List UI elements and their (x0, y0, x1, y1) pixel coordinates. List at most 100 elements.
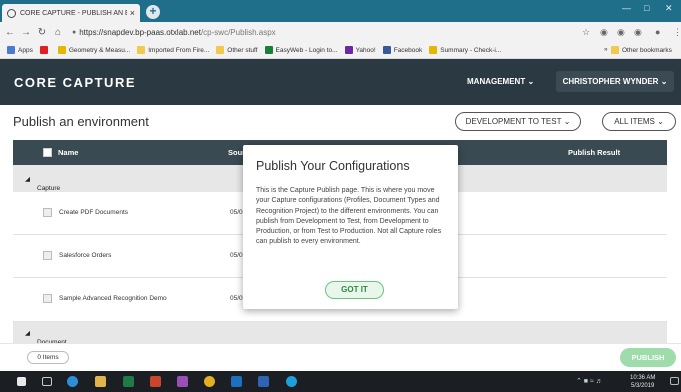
publish-button[interactable]: PUBLISH (620, 348, 676, 367)
file-explorer-icon[interactable] (95, 376, 106, 387)
close-window-icon[interactable]: ✕ (665, 3, 673, 14)
project-icon[interactable] (177, 376, 188, 387)
bookmark-favicon-icon (429, 46, 438, 54)
td-bank-icon (264, 46, 273, 54)
youtube-icon (39, 46, 48, 54)
row-checkbox[interactable] (43, 294, 52, 303)
extension-icon-3[interactable]: ◉ (634, 27, 642, 38)
reload-icon[interactable]: ↻ (36, 27, 48, 38)
group-document-types[interactable]: ◢ Document Types (6 ) (13, 322, 667, 353)
bookmark-label: Imported From Fire... (148, 46, 210, 54)
row-name: Sample Advanced Recognition Demo (59, 295, 167, 302)
windows-start-icon[interactable] (17, 377, 26, 386)
lock-icon: ● (72, 28, 77, 36)
bookmark-label: Other stuff (227, 46, 258, 54)
minimize-window-icon[interactable]: — (622, 3, 631, 13)
system-tray-icons[interactable]: ⌃ ■ ≈ ♬ (576, 377, 603, 385)
apps-grid-icon (7, 46, 15, 54)
powerpoint-icon[interactable] (150, 376, 161, 387)
notifications-icon[interactable] (670, 377, 679, 385)
browser-tab-bar: CORE CAPTURE - PUBLISH AN E... × + — □ ✕ (0, 0, 681, 22)
address-bar: ← → ↻ ⌂ ● https://snapdev.bp-paas.otxlab… (0, 22, 681, 42)
column-header-name[interactable]: Name (58, 148, 78, 157)
row-checkbox[interactable] (43, 208, 52, 217)
bookmark-easyweb[interactable]: EasyWeb - Login to... (264, 46, 338, 54)
row-source-date: 05/0 (230, 252, 243, 259)
items-filter-dropdown[interactable]: ALL ITEMS ⌄ (602, 112, 676, 131)
task-view-icon[interactable] (42, 377, 52, 386)
dialog-body: This is the Capture Publish page. This i… (256, 187, 442, 246)
url-path: /cp-swc/Publish.aspx (200, 27, 276, 37)
chrome-icon[interactable] (204, 376, 215, 387)
bookmark-other-stuff[interactable]: Other stuff (216, 46, 258, 54)
yahoo-icon (344, 46, 353, 54)
bookmark-facebook[interactable]: Facebook (382, 46, 422, 54)
clock-time: 10:36 AM (630, 375, 656, 381)
windows-taskbar: ⌃ ■ ≈ ♬ 10:36 AM 5/3/2019 (0, 371, 681, 392)
group-label: ◢ Document Types (6 ) (25, 329, 67, 353)
extension-icon-1[interactable]: ◉ (600, 27, 608, 38)
chevron-down-icon: ⌄ (527, 77, 535, 86)
close-tab-icon[interactable]: × (130, 8, 135, 18)
user-name: CHRISTOPHER WYNDER (562, 77, 659, 86)
facebook-icon (382, 46, 391, 54)
screen: CORE CAPTURE - PUBLISH AN E... × + — □ ✕… (0, 0, 681, 392)
row-source-date: 05/0 (230, 209, 243, 216)
row-checkbox[interactable] (43, 251, 52, 260)
chevron-down-icon: ⌄ (657, 117, 664, 126)
user-menu[interactable]: CHRISTOPHER WYNDER ⌄ (556, 71, 674, 92)
taskbar-clock[interactable]: 10:36 AM 5/3/2019 (630, 374, 655, 390)
clock-date: 5/3/2019 (631, 383, 655, 389)
skype-icon[interactable] (286, 376, 297, 387)
profile-icon[interactable]: ● (655, 27, 660, 37)
row-source-date: 05/0 (230, 295, 243, 302)
star-icon[interactable]: ☆ (582, 27, 590, 38)
bookmark-apps[interactable]: Apps (7, 46, 33, 54)
items-filter-value: ALL ITEMS (614, 117, 655, 126)
folder-icon (137, 46, 146, 54)
bookmark-label: Other bookmarks (622, 46, 672, 54)
url-field[interactable]: https://snapdev.bp-paas.otxlab.net/cp-sw… (79, 28, 275, 37)
page-footer: 0 Items PUBLISH (0, 343, 681, 371)
column-header-publish-result[interactable]: Publish Result (568, 148, 620, 157)
select-all-checkbox[interactable] (43, 148, 52, 157)
bookmark-other-bookmarks[interactable]: Other bookmarks (611, 46, 672, 54)
bookmark-summary[interactable]: Summary - Check-i... (429, 46, 501, 54)
bookmark-favicon-icon (57, 46, 66, 54)
row-name: Salesforce Orders (59, 252, 112, 259)
items-count-badge: 0 Items (27, 351, 69, 364)
brand-logo[interactable]: CORE CAPTURE (14, 75, 136, 90)
back-icon[interactable]: ← (4, 27, 16, 38)
folder-icon (216, 46, 225, 54)
forward-icon[interactable]: → (20, 27, 32, 38)
publish-info-dialog: Publish Your Configurations This is the … (243, 145, 458, 309)
menu-icon[interactable]: ⋮ (673, 27, 681, 38)
bookmark-label: Yahoo! (355, 46, 376, 54)
word-icon[interactable] (258, 376, 269, 387)
new-tab-icon[interactable]: + (146, 5, 160, 19)
app-header: CORE CAPTURE MANAGEMENT ⌄ CHRISTOPHER WY… (0, 59, 681, 105)
row-name: Create PDF Documents (59, 209, 128, 216)
management-menu[interactable]: MANAGEMENT ⌄ (467, 77, 534, 86)
browser-tab[interactable]: CORE CAPTURE - PUBLISH AN E... × (2, 4, 140, 22)
browser-tab-title: CORE CAPTURE - PUBLISH AN E... (20, 9, 127, 17)
url-host: https://snapdev.bp-paas.otxlab.net (79, 27, 201, 37)
home-icon[interactable]: ⌂ (52, 27, 64, 38)
bookmark-yahoo[interactable]: Yahoo! (344, 46, 376, 54)
page-title-row: Publish an environment DEVELOPMENT TO TE… (0, 105, 681, 140)
page-title: Publish an environment (13, 114, 149, 129)
edge-browser-icon[interactable] (67, 376, 78, 387)
bookmark-youtube[interactable] (39, 46, 51, 54)
extension-icon-2[interactable]: ◉ (617, 27, 625, 38)
bookmark-imported[interactable]: Imported From Fire... (137, 46, 209, 54)
bookmarks-overflow[interactable]: » (604, 46, 608, 53)
excel-icon[interactable] (123, 376, 134, 387)
environment-dropdown[interactable]: DEVELOPMENT TO TEST ⌄ (455, 112, 581, 131)
chevron-down-icon: ⌄ (660, 77, 668, 86)
got-it-button[interactable]: GOT IT (325, 281, 384, 299)
maximize-window-icon[interactable]: □ (644, 3, 649, 13)
core-capture-favicon-icon (7, 8, 16, 18)
outlook-icon[interactable] (231, 376, 242, 387)
folder-icon (611, 46, 619, 54)
bookmark-geometry[interactable]: Geometry & Measu... (57, 46, 130, 54)
